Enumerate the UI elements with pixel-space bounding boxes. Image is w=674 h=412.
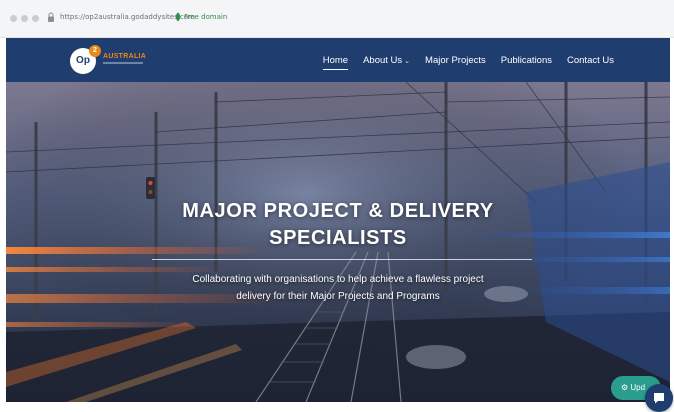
hero-subtitle-line-2: delivery for their Major Projects and Pr…: [236, 291, 440, 302]
free-domain-tag[interactable]: Free domain: [184, 13, 227, 21]
gear-icon: ⚙: [621, 383, 629, 392]
chat-icon: [654, 393, 664, 404]
logo-badge: 2: [89, 45, 101, 57]
browser-address-bar: https://op2australia.godaddysites.com Fr…: [0, 0, 674, 38]
nav-item-about-us[interactable]: About Us ⌄: [363, 55, 410, 66]
chat-button[interactable]: [645, 384, 673, 412]
logo-name: AUSTRALIA: [103, 53, 147, 60]
hero-subtitle: Collaborating with organisations to help…: [6, 271, 670, 305]
window-zoom-dot[interactable]: [32, 15, 39, 22]
lock-icon: [48, 12, 54, 22]
hero-subtitle-line-1: Collaborating with organisations to help…: [192, 274, 484, 285]
window-minimize-dot[interactable]: [21, 15, 28, 22]
chevron-down-icon: ⌄: [404, 57, 411, 65]
hero-title-line-1: MAJOR PROJECT & DELIVERY: [182, 200, 494, 222]
logo-tagline-line: [103, 62, 143, 64]
hero-title-line-2: SPECIALISTS: [269, 227, 407, 249]
site-logo[interactable]: Op 2 AUSTRALIA: [70, 45, 160, 74]
nav-item-contact-us[interactable]: Contact Us: [567, 55, 614, 66]
main-navigation: Home About Us ⌄ Major Projects Publicatio…: [322, 38, 614, 82]
site-header: Op 2 AUSTRALIA Home About Us ⌄ Major Proj…: [6, 38, 670, 82]
nav-item-publications[interactable]: Publications: [501, 55, 552, 66]
hero-title: MAJOR PROJECT & DELIVERY SPECIALISTS: [6, 198, 670, 252]
update-button-label: Upd: [630, 383, 646, 392]
nav-item-home[interactable]: Home: [322, 55, 349, 70]
leaf-icon: [175, 12, 181, 22]
hero-banner: MAJOR PROJECT & DELIVERY SPECIALISTS Coll…: [6, 82, 670, 402]
window-close-dot[interactable]: [10, 15, 17, 22]
nav-item-about-us-label: About Us: [363, 54, 403, 66]
hero-divider: [152, 259, 532, 260]
nav-item-major-projects[interactable]: Major Projects: [425, 55, 486, 66]
